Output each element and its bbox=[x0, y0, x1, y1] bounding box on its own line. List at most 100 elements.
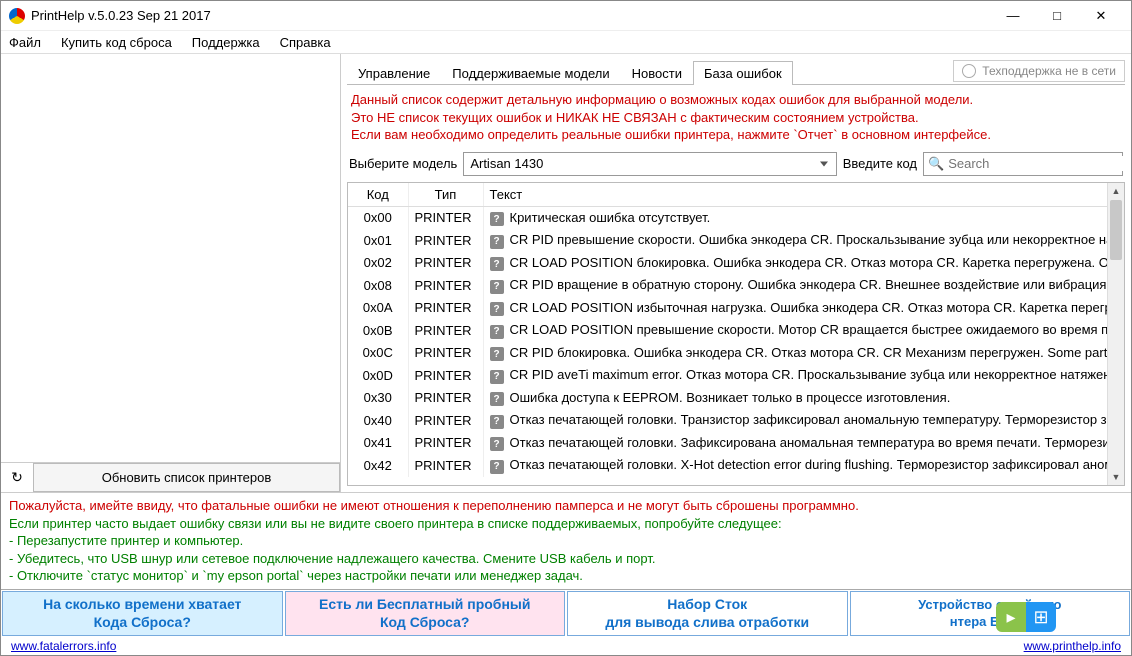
cell-text: ?Ошибка доступа к EEPROM. Возникает толь… bbox=[483, 387, 1107, 410]
table-row[interactable]: 0x42PRINTER?Отказ печатающей головки. X-… bbox=[348, 454, 1107, 477]
window-title: PrintHelp v.5.0.23 Sep 21 2017 bbox=[31, 8, 991, 23]
ad-3-line2: для вывода слива отработки bbox=[605, 614, 809, 632]
table-row[interactable]: 0x02PRINTER?CR LOAD POSITION блокировка.… bbox=[348, 252, 1107, 275]
question-icon: ? bbox=[490, 347, 504, 361]
refresh-printers-button[interactable]: Обновить список принтеров bbox=[33, 463, 340, 492]
table-row[interactable]: 0x0BPRINTER?CR LOAD POSITION превышение … bbox=[348, 319, 1107, 342]
cell-type: PRINTER bbox=[408, 319, 483, 342]
ad-4[interactable]: Устройство струйного нтера Epson bbox=[850, 591, 1131, 636]
ad-2[interactable]: Есть ли Бесплатный пробный Код Сброса? bbox=[285, 591, 566, 636]
footer-link-left[interactable]: www.fatalerrors.info bbox=[11, 639, 116, 653]
menu-support[interactable]: Поддержка bbox=[188, 33, 264, 52]
ad-2-line2: Код Сброса? bbox=[380, 614, 469, 632]
cell-text: ?Критическая ошибка отсутствует. bbox=[483, 206, 1107, 229]
left-panel: ↻ Обновить список принтеров bbox=[1, 54, 341, 492]
cell-code: 0x0B bbox=[348, 319, 408, 342]
warning-line-3: Если вам необходимо определить реальные … bbox=[351, 126, 1121, 144]
printer-list[interactable] bbox=[1, 54, 340, 462]
col-type[interactable]: Тип bbox=[408, 183, 483, 207]
model-select[interactable]: Artisan 1430 bbox=[463, 152, 836, 176]
ad-1-line1: На сколько времени хватает bbox=[43, 596, 241, 614]
search-icon: 🔍 bbox=[928, 156, 944, 172]
col-text[interactable]: Текст bbox=[483, 183, 1107, 207]
table-row[interactable]: 0x08PRINTER?CR PID вращение в обратную с… bbox=[348, 274, 1107, 297]
cell-text: ?CR LOAD POSITION избыточная нагрузка. О… bbox=[483, 297, 1107, 320]
menu-help[interactable]: Справка bbox=[276, 33, 335, 52]
cell-code: 0x30 bbox=[348, 387, 408, 410]
cell-type: PRINTER bbox=[408, 229, 483, 252]
maximize-button[interactable]: □ bbox=[1035, 2, 1079, 30]
question-icon: ? bbox=[490, 302, 504, 316]
menubar: Файл Купить код сброса Поддержка Справка bbox=[1, 31, 1131, 53]
scroll-thumb[interactable] bbox=[1110, 200, 1122, 260]
table-row[interactable]: 0x0APRINTER?CR LOAD POSITION избыточная … bbox=[348, 297, 1107, 320]
model-value: Artisan 1430 bbox=[470, 156, 543, 171]
titlebar: PrintHelp v.5.0.23 Sep 21 2017 — □ ✕ bbox=[1, 1, 1131, 31]
cell-type: PRINTER bbox=[408, 206, 483, 229]
scroll-down-icon[interactable]: ▼ bbox=[1108, 468, 1124, 485]
search-input[interactable] bbox=[948, 156, 1124, 171]
table-row[interactable]: 0x0DPRINTER?CR PID aveTi maximum error. … bbox=[348, 364, 1107, 387]
col-code[interactable]: Код bbox=[348, 183, 408, 207]
table-row[interactable]: 0x30PRINTER?Ошибка доступа к EEPROM. Воз… bbox=[348, 387, 1107, 410]
main-content: ↻ Обновить список принтеров Управление П… bbox=[1, 53, 1131, 492]
android-icon: ▸ bbox=[996, 602, 1026, 632]
footer-link-right[interactable]: www.printhelp.info bbox=[1024, 639, 1121, 653]
cell-type: PRINTER bbox=[408, 432, 483, 455]
tab-bar: Управление Поддерживаемые модели Новости… bbox=[347, 60, 1125, 85]
windows-icon: ⊞ bbox=[1026, 602, 1056, 632]
cell-text: ?Отказ печатающей головки. X-Hot detecti… bbox=[483, 454, 1107, 477]
cell-text: ?CR PID превышение скорости. Ошибка энко… bbox=[483, 229, 1107, 252]
minimize-button[interactable]: — bbox=[991, 2, 1035, 30]
question-icon: ? bbox=[490, 370, 504, 384]
table-row[interactable]: 0x41PRINTER?Отказ печатающей головки. За… bbox=[348, 432, 1107, 455]
cell-code: 0x00 bbox=[348, 206, 408, 229]
question-icon: ? bbox=[490, 212, 504, 226]
support-status-label: Техподдержка не в сети bbox=[982, 64, 1116, 78]
right-panel: Управление Поддерживаемые модели Новости… bbox=[341, 54, 1131, 492]
cell-code: 0x01 bbox=[348, 229, 408, 252]
cell-code: 0x40 bbox=[348, 409, 408, 432]
model-label: Выберите модель bbox=[349, 156, 457, 171]
cell-text: ?CR PID aveTi maximum error. Отказ мотор… bbox=[483, 364, 1107, 387]
question-icon: ? bbox=[490, 392, 504, 406]
cell-code: 0x42 bbox=[348, 454, 408, 477]
table-row[interactable]: 0x00PRINTER?Критическая ошибка отсутству… bbox=[348, 206, 1107, 229]
cell-type: PRINTER bbox=[408, 387, 483, 410]
cell-type: PRINTER bbox=[408, 454, 483, 477]
platform-badge: ▸ ⊞ bbox=[996, 602, 1056, 632]
scroll-up-icon[interactable]: ▲ bbox=[1108, 183, 1124, 200]
ad-3[interactable]: Набор Сток для вывода слива отработки bbox=[567, 591, 848, 636]
question-icon: ? bbox=[490, 437, 504, 451]
cell-type: PRINTER bbox=[408, 297, 483, 320]
tab-news[interactable]: Новости bbox=[621, 61, 693, 85]
refresh-icon[interactable]: ↻ bbox=[1, 469, 33, 486]
table-row[interactable]: 0x01PRINTER?CR PID превышение скорости. … bbox=[348, 229, 1107, 252]
tab-control[interactable]: Управление bbox=[347, 61, 441, 85]
support-status-button[interactable]: Техподдержка не в сети bbox=[953, 60, 1125, 82]
question-icon: ? bbox=[490, 280, 504, 294]
ad-1[interactable]: На сколько времени хватает Кода Сброса? bbox=[2, 591, 283, 636]
menu-buy-code[interactable]: Купить код сброса bbox=[57, 33, 176, 52]
cell-text: ?CR LOAD POSITION блокировка. Ошибка энк… bbox=[483, 252, 1107, 275]
bottom-intro: Если принтер часто выдает ошибку связи и… bbox=[9, 515, 1123, 533]
vertical-scrollbar[interactable]: ▲ ▼ bbox=[1107, 183, 1124, 486]
tab-supported-models[interactable]: Поддерживаемые модели bbox=[441, 61, 620, 85]
tab-error-database[interactable]: База ошибок bbox=[693, 61, 793, 85]
search-wrapper: 🔍 bbox=[923, 152, 1123, 176]
menu-file[interactable]: Файл bbox=[5, 33, 45, 52]
close-button[interactable]: ✕ bbox=[1079, 2, 1123, 30]
table-row[interactable]: 0x0CPRINTER?CR PID блокировка. Ошибка эн… bbox=[348, 342, 1107, 365]
cell-type: PRINTER bbox=[408, 274, 483, 297]
cell-text: ?CR LOAD POSITION превышение скорости. М… bbox=[483, 319, 1107, 342]
headset-icon bbox=[962, 64, 976, 78]
ad-3-line1: Набор Сток bbox=[667, 596, 747, 614]
question-icon: ? bbox=[490, 325, 504, 339]
warning-line-2: Это НЕ список текущих ошибок и НИКАК НЕ … bbox=[351, 109, 1121, 127]
error-grid[interactable]: Код Тип Текст 0x00PRINTER?Критическая ош… bbox=[348, 183, 1107, 486]
table-row[interactable]: 0x40PRINTER?Отказ печатающей головки. Тр… bbox=[348, 409, 1107, 432]
cell-code: 0x08 bbox=[348, 274, 408, 297]
code-label: Введите код bbox=[843, 156, 917, 171]
cell-type: PRINTER bbox=[408, 409, 483, 432]
grid-header-row: Код Тип Текст bbox=[348, 183, 1107, 207]
